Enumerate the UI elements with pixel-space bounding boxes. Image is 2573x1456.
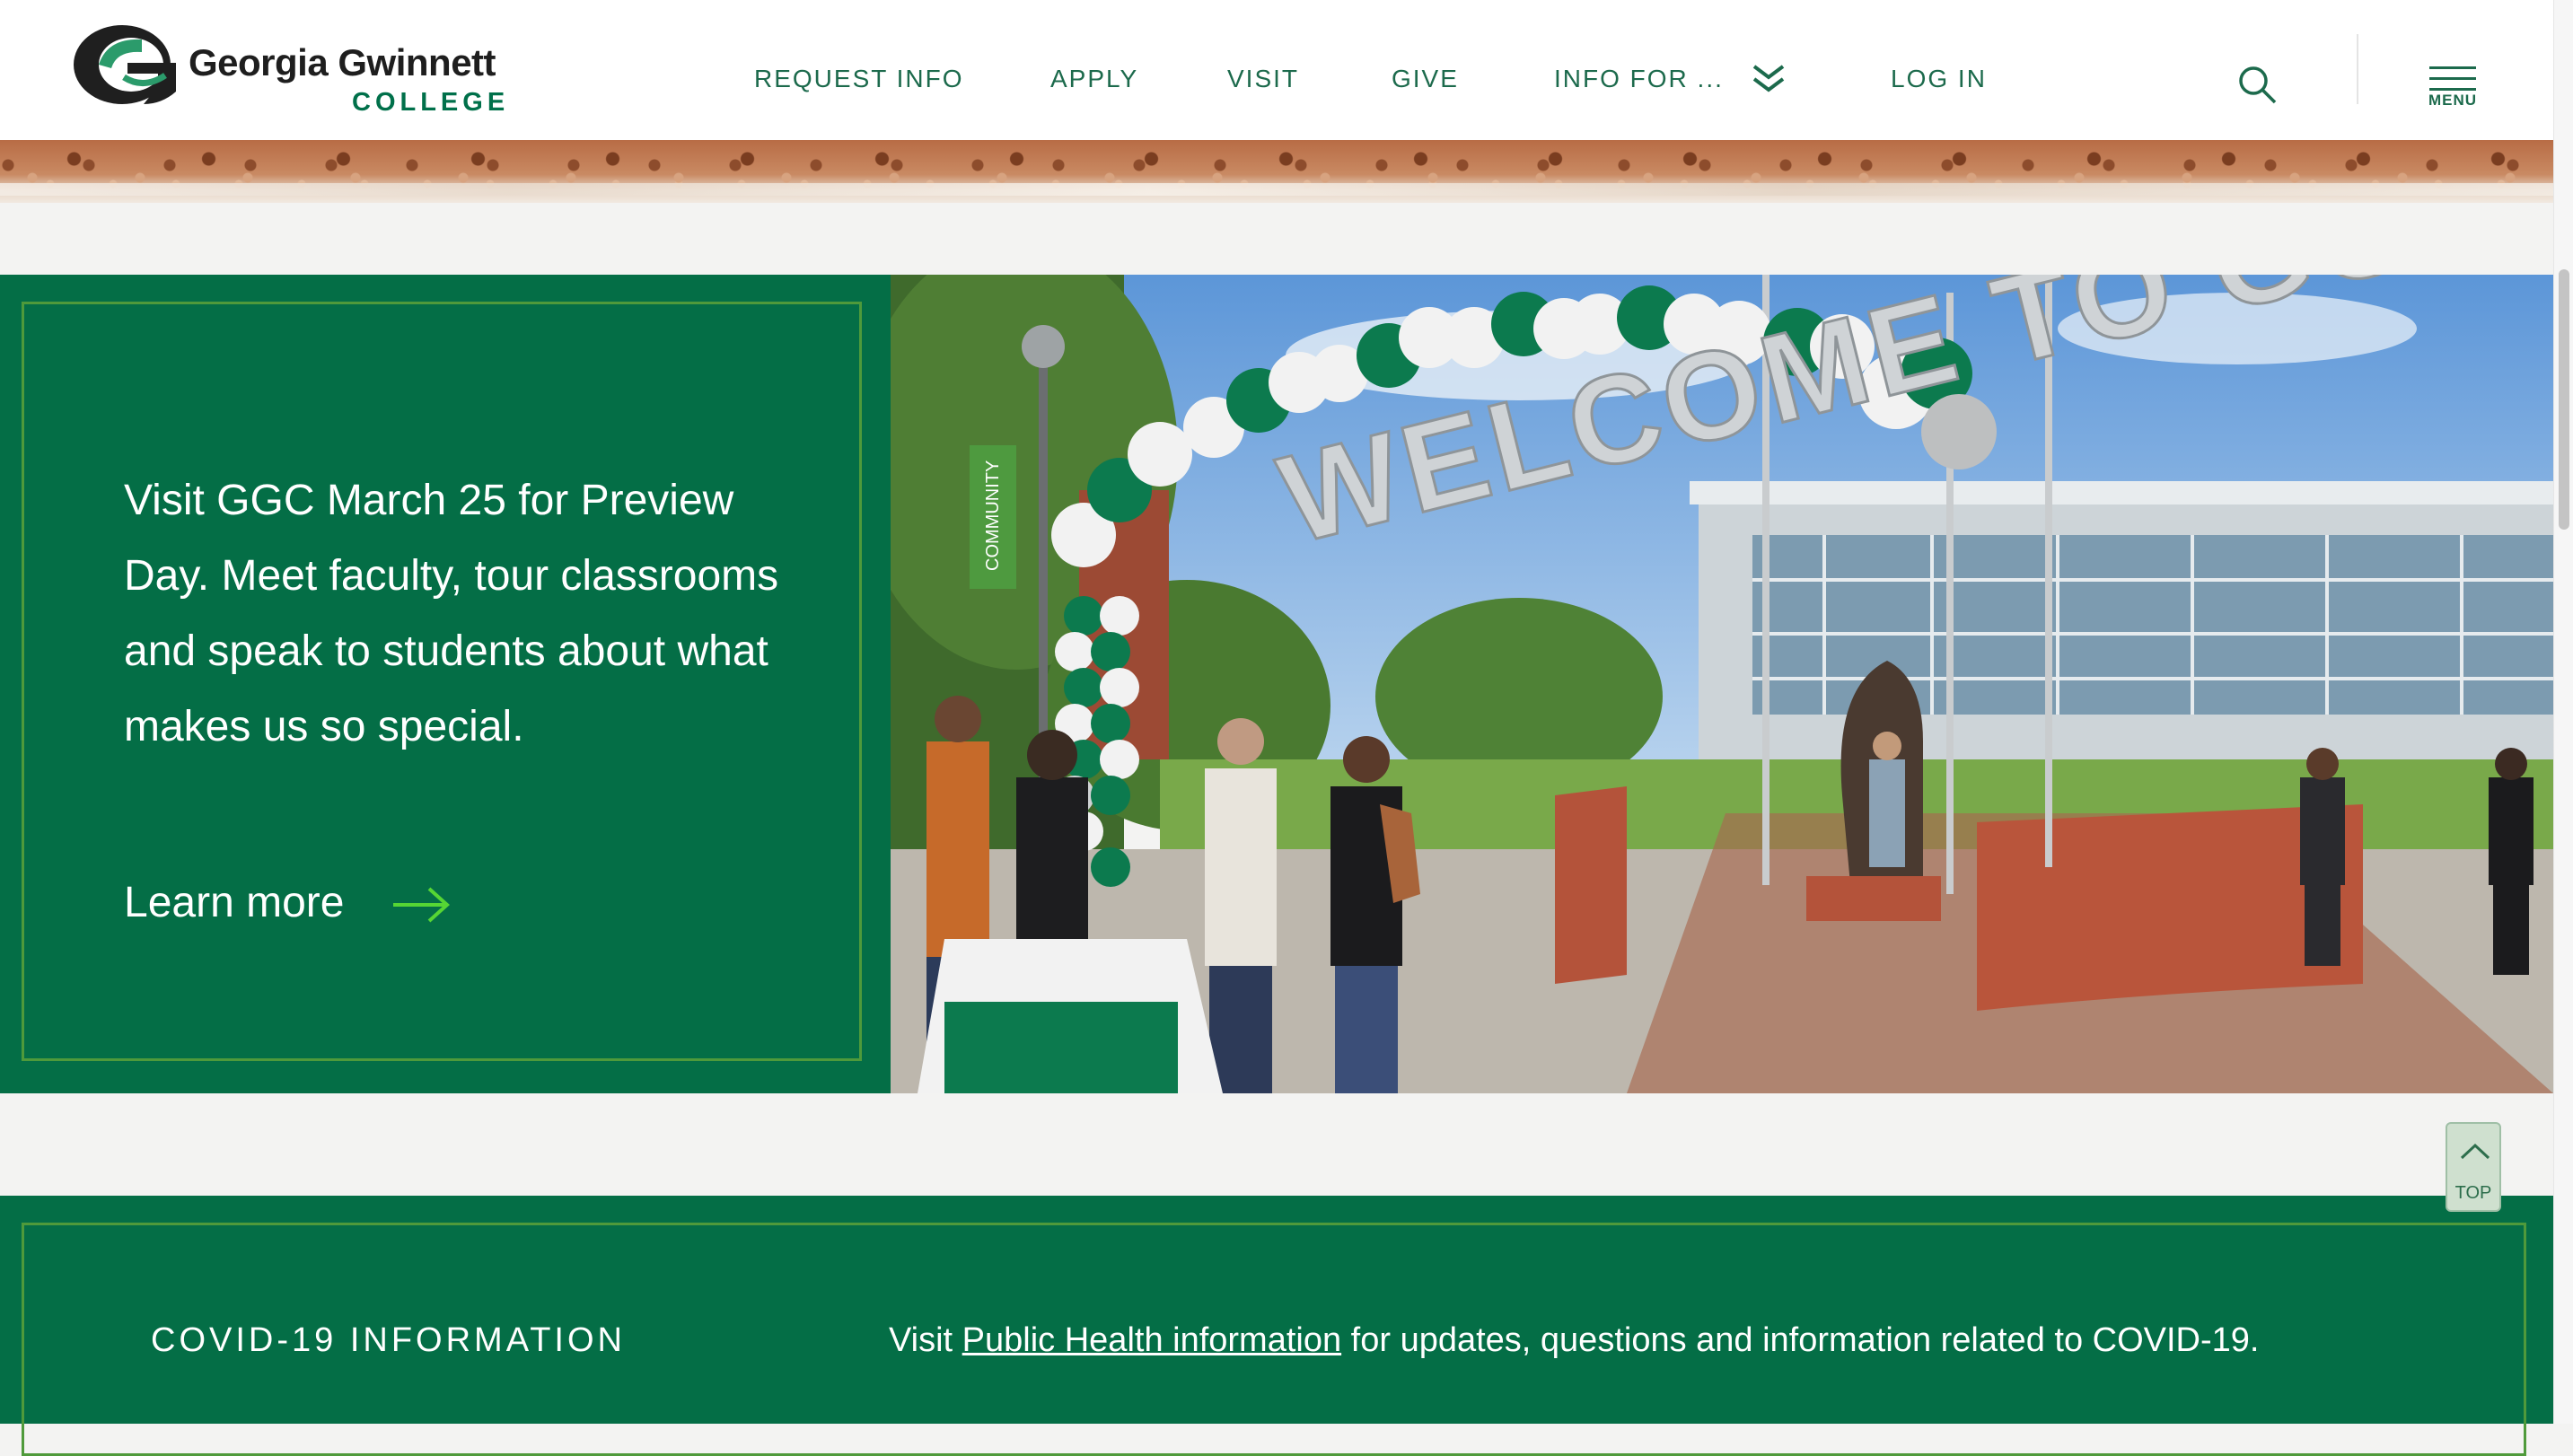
field-chalk-line <box>0 183 2553 196</box>
covid-text-before: Visit <box>889 1321 962 1359</box>
nav-info-for[interactable]: INFO FOR ... <box>1554 65 1724 93</box>
chevron-up-icon <box>2460 1143 2490 1160</box>
logo-text-name: Georgia Gwinnett <box>189 41 496 83</box>
covid-heading: COVID-19 INFORMATION <box>151 1321 626 1359</box>
nav-visit[interactable]: VISIT <box>1227 65 1299 93</box>
nav-give[interactable]: GIVE <box>1392 65 1459 93</box>
community-banner-text: COMMUNITY <box>983 460 1003 571</box>
public-health-link[interactable]: Public Health information <box>962 1321 1341 1359</box>
scrollbar-thumb[interactable] <box>2559 269 2569 530</box>
top-label: TOP <box>2454 1183 2492 1203</box>
arrow-right-icon[interactable] <box>390 885 452 925</box>
page-scrollbar[interactable] <box>2553 0 2573 1424</box>
hamburger-bar <box>2429 88 2476 91</box>
nav-log-in[interactable]: LOG IN <box>1891 65 1987 93</box>
logo-text-college: COLLEGE <box>352 88 510 117</box>
search-icon[interactable] <box>2235 63 2280 108</box>
covid-message: Visit Public Health information for upda… <box>889 1321 2259 1360</box>
covid-text-after: for updates, questions and information r… <box>1341 1321 2260 1359</box>
learn-more-link[interactable]: Learn more <box>124 878 344 927</box>
hamburger-bar <box>2429 77 2476 80</box>
welcome-to-ggc-photo: COMMUNITY WELCOME TO <box>891 275 2553 1093</box>
menu-label: MENU <box>2428 92 2478 109</box>
hamburger-bar <box>2429 66 2476 69</box>
back-to-top-button[interactable]: TOP <box>2446 1122 2501 1212</box>
preview-day-promo: Visit GGC March 25 for Preview Day. Meet… <box>0 275 891 1093</box>
header-divider <box>2357 34 2358 104</box>
nav-apply[interactable]: APPLY <box>1050 65 1138 93</box>
covid-information-section: COVID-19 INFORMATION Visit Public Health… <box>0 1196 2553 1456</box>
promo-text: Visit GGC March 25 for Preview Day. Meet… <box>124 477 779 750</box>
nav-request-info[interactable]: REQUEST INFO <box>754 65 964 93</box>
double-chevron-down-icon[interactable] <box>1749 61 1788 97</box>
menu-button[interactable]: MENU <box>2424 63 2481 113</box>
ggc-logo-icon <box>74 25 176 104</box>
site-header: Georgia Gwinnett COLLEGE REQUEST INFO AP… <box>0 0 2553 140</box>
